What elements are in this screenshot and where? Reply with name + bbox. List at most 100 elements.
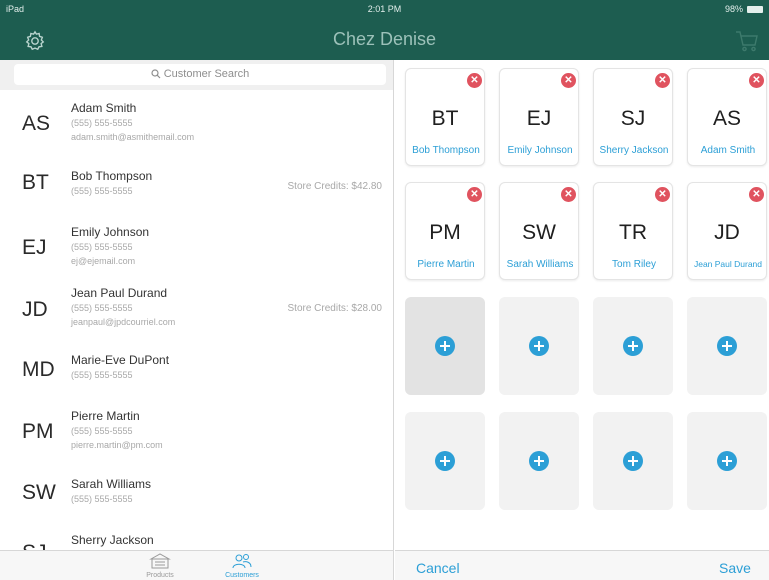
customer-initials: SW — [22, 481, 56, 504]
favorite-name: Sherry Jackson — [599, 145, 669, 156]
tab-label: Products — [146, 572, 174, 579]
customer-row[interactable]: JD Jean Paul Durand (555) 555-5555 jeanp… — [0, 277, 393, 337]
status-bar: iPad 2:01 PM 98% — [0, 0, 769, 18]
add-favorite-slot[interactable] — [687, 412, 767, 510]
tab-label: Customers — [225, 572, 259, 579]
add-icon — [623, 451, 643, 471]
store-credit: Store Credits: $42.80 — [287, 181, 383, 192]
search-placeholder: Customer Search — [163, 68, 250, 80]
add-favorite-slot[interactable] — [593, 297, 673, 395]
search-input[interactable]: Customer Search — [14, 64, 386, 85]
favorite-name: Sarah Williams — [506, 259, 574, 270]
remove-icon[interactable]: ✕ — [655, 187, 670, 202]
favorite-initials: JD — [714, 221, 740, 244]
battery-status: 98% — [725, 4, 763, 14]
favorite-name: Pierre Martin — [417, 259, 475, 270]
cancel-button[interactable]: Cancel — [416, 560, 460, 576]
customer-name: Sherry Jackson — [71, 533, 154, 547]
customer-initials: AS — [22, 112, 51, 135]
favorite-initials: AS — [712, 107, 741, 130]
customer-name: Jean Paul Durand — [71, 286, 168, 300]
customer-phone: (555) 555-5555 — [71, 242, 133, 252]
save-button[interactable]: Save — [719, 560, 751, 576]
app-title: Chez Denise — [332, 29, 437, 49]
customer-name: Pierre Martin — [71, 409, 140, 423]
add-favorite-slot[interactable] — [405, 297, 485, 395]
favorite-initials: SJ — [620, 107, 646, 130]
favorite-name: Emily Johnson — [507, 145, 573, 156]
favorite-name: Bob Thompson — [412, 145, 480, 156]
remove-icon[interactable]: ✕ — [467, 73, 482, 88]
status-time: 2:01 PM — [367, 4, 402, 14]
customer-phone: (555) 555-5555 — [71, 186, 133, 196]
customer-name: Marie-Eve DuPont — [71, 353, 170, 367]
customer-list-panel: Customer Search AS Adam Smith (555) 555-… — [0, 60, 394, 550]
tab-bar: Products Customers — [0, 550, 394, 580]
customer-row[interactable]: MD Marie-Eve DuPont (555) 555-5555 — [0, 344, 393, 404]
nav-bar: Chez Denise — [0, 18, 769, 60]
add-favorite-slot[interactable] — [499, 297, 579, 395]
remove-icon[interactable]: ✕ — [561, 187, 576, 202]
customer-row[interactable]: BT Bob Thompson (555) 555-5555 Store Cre… — [0, 159, 393, 219]
customer-phone: (555) 555-5555 — [71, 118, 133, 128]
add-icon — [435, 451, 455, 471]
customers-icon — [232, 554, 252, 569]
battery-percent: 98% — [724, 4, 743, 14]
favorite-initials: PM — [429, 221, 461, 244]
customer-row[interactable]: SJ Sherry Jackson — [0, 525, 393, 550]
customer-name: Emily Johnson — [71, 225, 150, 239]
remove-icon[interactable]: ✕ — [467, 187, 482, 202]
add-favorite-slot[interactable] — [593, 412, 673, 510]
customer-initials: PM — [22, 420, 54, 443]
customer-row[interactable]: SW Sarah Williams (555) 555-5555 — [0, 469, 393, 529]
action-bar: Cancel Save — [395, 550, 769, 580]
customer-initials: EJ — [22, 236, 47, 259]
remove-icon[interactable]: ✕ — [561, 73, 576, 88]
favorites-grid: BT Bob Thompson EJ Emily Johnson SJ Sher… — [395, 60, 769, 550]
customer-name: Adam Smith — [71, 101, 137, 115]
customer-row[interactable]: PM Pierre Martin (555) 555-5555 pierre.m… — [0, 401, 393, 461]
add-favorite-slot[interactable] — [687, 297, 767, 395]
add-icon — [623, 336, 643, 356]
customer-phone: (555) 555-5555 — [71, 370, 133, 380]
customer-email: adam.smith@asmithemail.com — [71, 132, 195, 142]
search-bar: Customer Search — [0, 60, 393, 90]
tab-customers[interactable]: Customers — [212, 553, 272, 579]
customer-email: jeanpaul@jpdcourriel.com — [71, 317, 176, 327]
add-icon — [717, 451, 737, 471]
customer-initials: BT — [22, 171, 49, 194]
customer-name: Bob Thompson — [71, 169, 153, 183]
customer-email: ej@ejemail.com — [71, 256, 136, 266]
remove-icon[interactable]: ✕ — [749, 187, 764, 202]
battery-icon — [747, 5, 763, 13]
store-credit: Store Credits: $28.00 — [287, 303, 383, 314]
remove-icon[interactable]: ✕ — [655, 73, 670, 88]
store-icon — [149, 553, 171, 569]
favorite-name: Jean Paul Durand — [693, 259, 763, 269]
customer-initials: JD — [22, 298, 48, 321]
remove-icon[interactable]: ✕ — [749, 73, 764, 88]
cart-icon[interactable] — [735, 30, 759, 52]
add-icon — [435, 336, 455, 356]
favorite-name: Adam Smith — [700, 145, 756, 156]
customer-initials: SJ — [22, 541, 47, 550]
customer-row[interactable]: AS Adam Smith (555) 555-5555 adam.smith@… — [0, 92, 393, 152]
search-icon — [151, 69, 161, 79]
customer-row[interactable]: EJ Emily Johnson (555) 555-5555 ej@ejema… — [0, 215, 393, 275]
favorite-initials: EJ — [526, 107, 552, 130]
favorite-initials: TR — [619, 221, 647, 244]
favorite-initials: SW — [522, 221, 556, 244]
customer-name: Sarah Williams — [71, 477, 152, 491]
tab-products[interactable]: Products — [130, 553, 190, 579]
customer-initials: MD — [22, 358, 55, 381]
customer-phone: (555) 555-5555 — [71, 303, 133, 313]
add-icon — [529, 336, 549, 356]
favorite-name: Tom Riley — [612, 259, 656, 270]
favorite-initials: BT — [431, 107, 459, 130]
customer-phone: (555) 555-5555 — [71, 494, 133, 504]
add-icon — [529, 451, 549, 471]
add-favorite-slot[interactable] — [499, 412, 579, 510]
add-favorite-slot[interactable] — [405, 412, 485, 510]
customer-email: pierre.martin@pm.com — [71, 440, 163, 450]
customer-phone: (555) 555-5555 — [71, 426, 133, 436]
